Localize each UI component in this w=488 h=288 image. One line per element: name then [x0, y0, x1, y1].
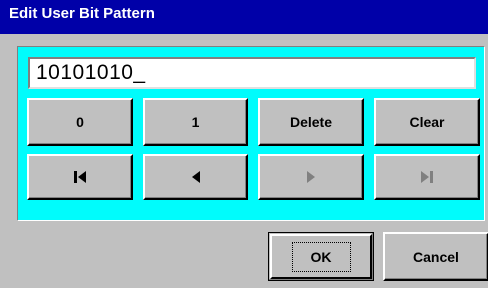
move-left-button[interactable] — [143, 154, 248, 200]
edit-user-bit-pattern-dialog: Edit User Bit Pattern 10101010_ 0 1 Dele… — [0, 0, 488, 288]
move-to-start-button[interactable] — [27, 154, 133, 200]
title-bar: Edit User Bit Pattern — [0, 0, 488, 34]
ok-button-face: OK — [270, 234, 372, 279]
delete-button[interactable]: Delete — [258, 98, 364, 146]
arrow-right-icon — [306, 170, 316, 184]
move-right-button[interactable] — [258, 154, 364, 200]
arrow-left-icon — [191, 170, 201, 184]
digit-0-button[interactable]: 0 — [27, 98, 133, 146]
skip-to-start-icon — [73, 170, 87, 184]
bit-pattern-panel: 10101010_ 0 1 Delete Clear — [17, 46, 485, 221]
skip-to-end-icon — [420, 170, 434, 184]
digit-1-button[interactable]: 1 — [143, 98, 248, 146]
clear-button[interactable]: Clear — [374, 98, 480, 146]
ok-button-label: OK — [291, 241, 351, 272]
cancel-button[interactable]: Cancel — [383, 232, 488, 281]
dialog-title: Edit User Bit Pattern — [9, 5, 155, 22]
bit-pattern-input[interactable]: 10101010_ — [28, 57, 476, 89]
ok-button[interactable]: OK — [268, 232, 374, 281]
move-to-end-button[interactable] — [374, 154, 480, 200]
